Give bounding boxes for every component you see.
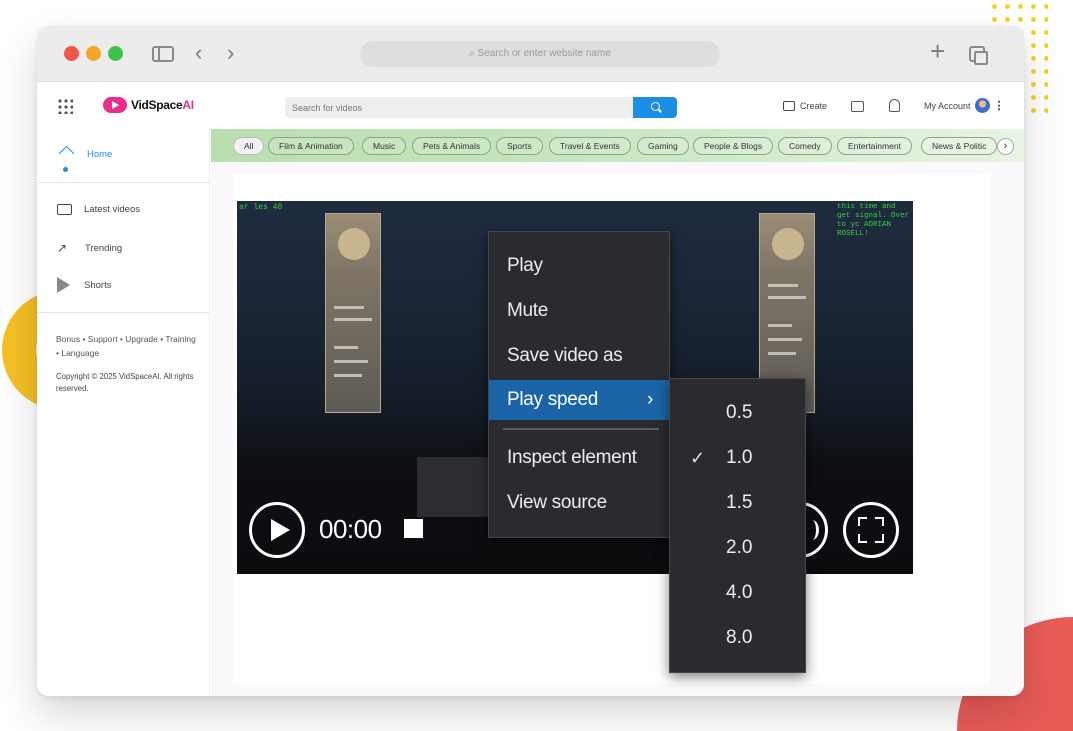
speed-option-selected[interactable]: ✓ 1.0 xyxy=(670,436,805,480)
account-menu[interactable]: My Account ⋮ xyxy=(924,98,1005,113)
menu-item-view-source[interactable]: View source xyxy=(489,483,669,523)
chip-gaming[interactable]: Gaming xyxy=(637,137,689,155)
sidebar-item-label: Shorts xyxy=(84,279,112,291)
close-window-button[interactable] xyxy=(64,46,79,61)
create-button[interactable]: Create xyxy=(783,101,827,111)
fullscreen-icon[interactable] xyxy=(843,502,899,558)
chip-travel-events[interactable]: Travel & Events xyxy=(549,137,631,155)
more-vert-icon[interactable]: ⋮ xyxy=(994,99,1005,112)
speed-option[interactable]: 4.0 xyxy=(670,571,805,615)
chevron-right-icon: › xyxy=(646,389,653,410)
search-input[interactable] xyxy=(285,97,633,118)
url-placeholder: Search or enter website name xyxy=(477,48,611,59)
checkmark-icon: ✓ xyxy=(690,448,706,468)
tabs-overview-icon[interactable] xyxy=(969,46,988,65)
play-logo-icon xyxy=(103,97,127,113)
speed-option[interactable]: 8.0 xyxy=(670,616,805,660)
time-display: 00:00 xyxy=(319,514,382,544)
speed-option[interactable]: 1.5 xyxy=(670,481,805,525)
chip-pets-animals[interactable]: Pets & Animals xyxy=(412,137,492,155)
create-label: Create xyxy=(800,101,828,111)
browser-titlebar: ‹ › ⌕ Search or enter website name + xyxy=(37,26,1024,82)
chip-sports[interactable]: Sports xyxy=(496,137,543,155)
sidebar: Home Latest videos ↗ Trending Shorts Bon… xyxy=(37,129,210,696)
menu-separator xyxy=(503,428,659,430)
back-icon[interactable]: ‹ xyxy=(195,40,202,66)
divider xyxy=(37,182,210,183)
play-speed-submenu: 0.5 ✓ 1.0 1.5 2.0 4.0 8.0 xyxy=(669,378,806,673)
chevron-right-icon[interactable]: › xyxy=(997,138,1014,155)
sidebar-toggle-icon[interactable] xyxy=(152,46,174,62)
footer-links[interactable]: Bonus • Support • Upgrade • Training • L… xyxy=(56,332,196,360)
active-indicator-dot xyxy=(63,167,68,172)
apps-grid-icon[interactable] xyxy=(57,98,73,114)
sidebar-item-label: Latest videos xyxy=(84,204,140,215)
play-icon[interactable] xyxy=(249,502,305,558)
chip-people-blogs[interactable]: People & Blogs xyxy=(693,137,774,155)
caption-text-left: ar les 40 xyxy=(239,203,283,212)
account-label: My Account xyxy=(924,100,971,111)
sidebar-item-label: Trending xyxy=(85,242,123,254)
divider xyxy=(37,312,210,313)
search-button[interactable] xyxy=(633,97,677,118)
search-bar xyxy=(285,97,677,118)
caption-text-right: this time and get signal. Over to yc ADR… xyxy=(837,203,910,238)
menu-item-mute[interactable]: Mute xyxy=(489,291,669,331)
category-chips-bar: All Film & Animation Music Pets & Animal… xyxy=(211,129,1024,162)
maximize-window-button[interactable] xyxy=(108,46,123,61)
speed-option[interactable]: 2.0 xyxy=(670,526,805,570)
chip-music[interactable]: Music xyxy=(362,137,407,155)
app-header: VidSpaceAI Create My Account ⋮ xyxy=(37,83,1024,129)
menu-item-inspect-element[interactable]: Inspect element xyxy=(489,438,669,478)
copyright-text: Copyright © 2025 VidSpaceAI. All rights … xyxy=(56,372,194,393)
logo-text: VidSpace xyxy=(131,98,183,112)
chip-all[interactable]: All xyxy=(233,137,265,155)
logo-ai-text: AI xyxy=(182,98,194,112)
bell-icon[interactable] xyxy=(889,99,900,112)
sidebar-item-trending[interactable]: ↗ Trending xyxy=(57,241,122,255)
logo[interactable]: VidSpaceAI xyxy=(103,97,194,113)
chip-entertainment[interactable]: Entertainment xyxy=(837,137,912,155)
sidebar-item-shorts[interactable]: Shorts xyxy=(57,277,111,293)
sidebar-item-latest-videos[interactable]: Latest videos xyxy=(57,204,140,215)
chip-film-animation[interactable]: Film & Animation xyxy=(268,137,354,155)
stop-icon[interactable] xyxy=(404,519,423,538)
menu-item-play[interactable]: Play xyxy=(489,246,669,286)
home-icon xyxy=(59,146,75,162)
chip-comedy[interactable]: Comedy xyxy=(778,137,832,155)
url-bar[interactable]: ⌕ Search or enter website name xyxy=(360,41,720,67)
video-icon xyxy=(57,204,72,215)
minimize-window-button[interactable] xyxy=(86,46,101,61)
video-camera-icon xyxy=(783,101,795,111)
menu-item-play-speed[interactable]: Play speed › xyxy=(489,380,669,420)
forward-icon[interactable]: › xyxy=(227,40,234,66)
sidebar-item-home[interactable]: Home xyxy=(59,146,112,162)
trending-icon: ↗ xyxy=(57,241,68,255)
stage-banner xyxy=(325,213,381,413)
menu-item-save-video-as[interactable]: Save video as xyxy=(489,336,669,376)
speed-option-label: 1.0 xyxy=(726,447,753,468)
messages-icon[interactable] xyxy=(851,101,864,112)
context-menu: Play Mute Save video as Play speed › Ins… xyxy=(488,231,670,538)
menu-item-label: Play speed xyxy=(507,389,599,410)
avatar xyxy=(974,98,990,113)
shorts-icon xyxy=(57,277,70,293)
chip-news-politics[interactable]: News & Politic xyxy=(921,137,998,155)
speed-option[interactable]: 0.5 xyxy=(670,391,805,435)
sidebar-item-label: Home xyxy=(87,148,113,160)
new-tab-plus-icon[interactable]: + xyxy=(930,38,945,64)
